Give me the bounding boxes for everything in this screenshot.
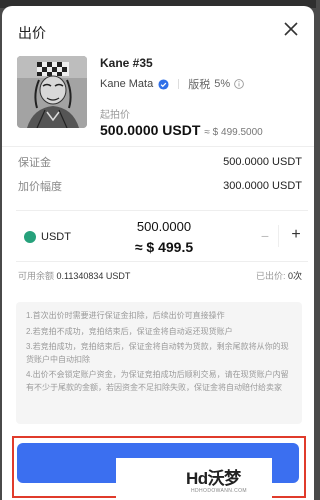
divider	[2, 146, 314, 147]
sheet-header: 出价	[2, 6, 314, 54]
bid-sheet: 出价 Kane #35 Kane Mata 版税 5% 起拍价 500.0000…	[2, 6, 314, 500]
rule-item: 4.出价不会锁定账户资金，为保证竞拍成功后顺利交易，请在现货账户内留有不少于尾款…	[26, 370, 289, 392]
available-balance: 可用余额 0.11340834 USDT	[18, 269, 130, 281]
separator	[178, 79, 180, 89]
bid-count: 已出价: 0次	[256, 269, 302, 281]
bid-amount-input[interactable]: 500.0000	[114, 219, 214, 234]
start-price-label: 起拍价	[100, 110, 130, 121]
start-price-row: 500.0000 USDT ≈ $ 499.5000	[100, 122, 263, 138]
info-icon[interactable]	[234, 79, 244, 89]
rules-panel: 1.首次出价时需要进行保证金扣除，后续出价可直接操作 2.若竞拍不成功，竞拍结束…	[16, 302, 302, 424]
available-value: 0.11340834 USDT	[56, 271, 131, 281]
royalty-label: 版税	[188, 79, 211, 91]
available-label: 可用余额	[18, 271, 55, 281]
currency-selector: USDT	[24, 231, 71, 243]
bid-input-box: USDT 500.0000 ≈ $ 499.5 − +	[16, 210, 308, 262]
increment-row: 加价幅度 300.0000 USDT	[18, 178, 302, 194]
watermark-text: Hd沃梦	[186, 469, 241, 488]
deposit-label: 保证金	[18, 157, 51, 169]
usdt-coin-icon	[24, 231, 36, 243]
deposit-row: 保证金 500.0000 USDT	[18, 154, 302, 170]
verified-badge-icon	[158, 78, 169, 90]
balance-row: 可用余额 0.11340834 USDT 已出价: 0次	[18, 269, 302, 281]
creator-name[interactable]: Kane Mata	[100, 78, 153, 90]
currency-label: USDT	[41, 231, 71, 243]
bid-amount-approx: ≈ $ 499.5	[134, 239, 194, 255]
stepper-divider	[278, 225, 279, 247]
start-price-approx: ≈ $ 499.5000	[204, 127, 263, 138]
increase-button[interactable]: +	[288, 227, 304, 243]
royalty-value: 5%	[214, 78, 231, 90]
bid-count-value: 0次	[287, 271, 302, 281]
nft-name: Kane #35	[100, 56, 153, 70]
sheet-title: 出价	[18, 25, 46, 41]
nft-thumbnail	[17, 56, 87, 128]
creator-row: Kane Mata 版税 5%	[100, 76, 244, 92]
deposit-value: 500.0000 USDT	[223, 156, 302, 168]
watermark-sub: HDHODOWANN.COM	[191, 488, 247, 494]
watermark: Hd沃梦 HDHODOWANN.COM	[116, 458, 272, 500]
increment-value: 300.0000 USDT	[223, 180, 302, 192]
close-icon[interactable]	[282, 20, 300, 38]
rule-item: 1.首次出价时需要进行保证金扣除，后续出价可直接操作	[26, 311, 225, 320]
rule-item: 3.若竞拍成功，竞拍结束后，保证金将自动转为货款，剩余尾款将从你的现货账户中自动…	[26, 342, 289, 364]
increment-label: 加价幅度	[18, 181, 62, 193]
decrease-button[interactable]: −	[258, 229, 272, 243]
rule-item: 2.若竞拍不成功，竞拍结束后，保证金将自动返还现货账户	[26, 326, 233, 336]
start-price: 500.0000 USDT	[100, 122, 201, 138]
bid-count-label: 已出价:	[255, 271, 286, 281]
